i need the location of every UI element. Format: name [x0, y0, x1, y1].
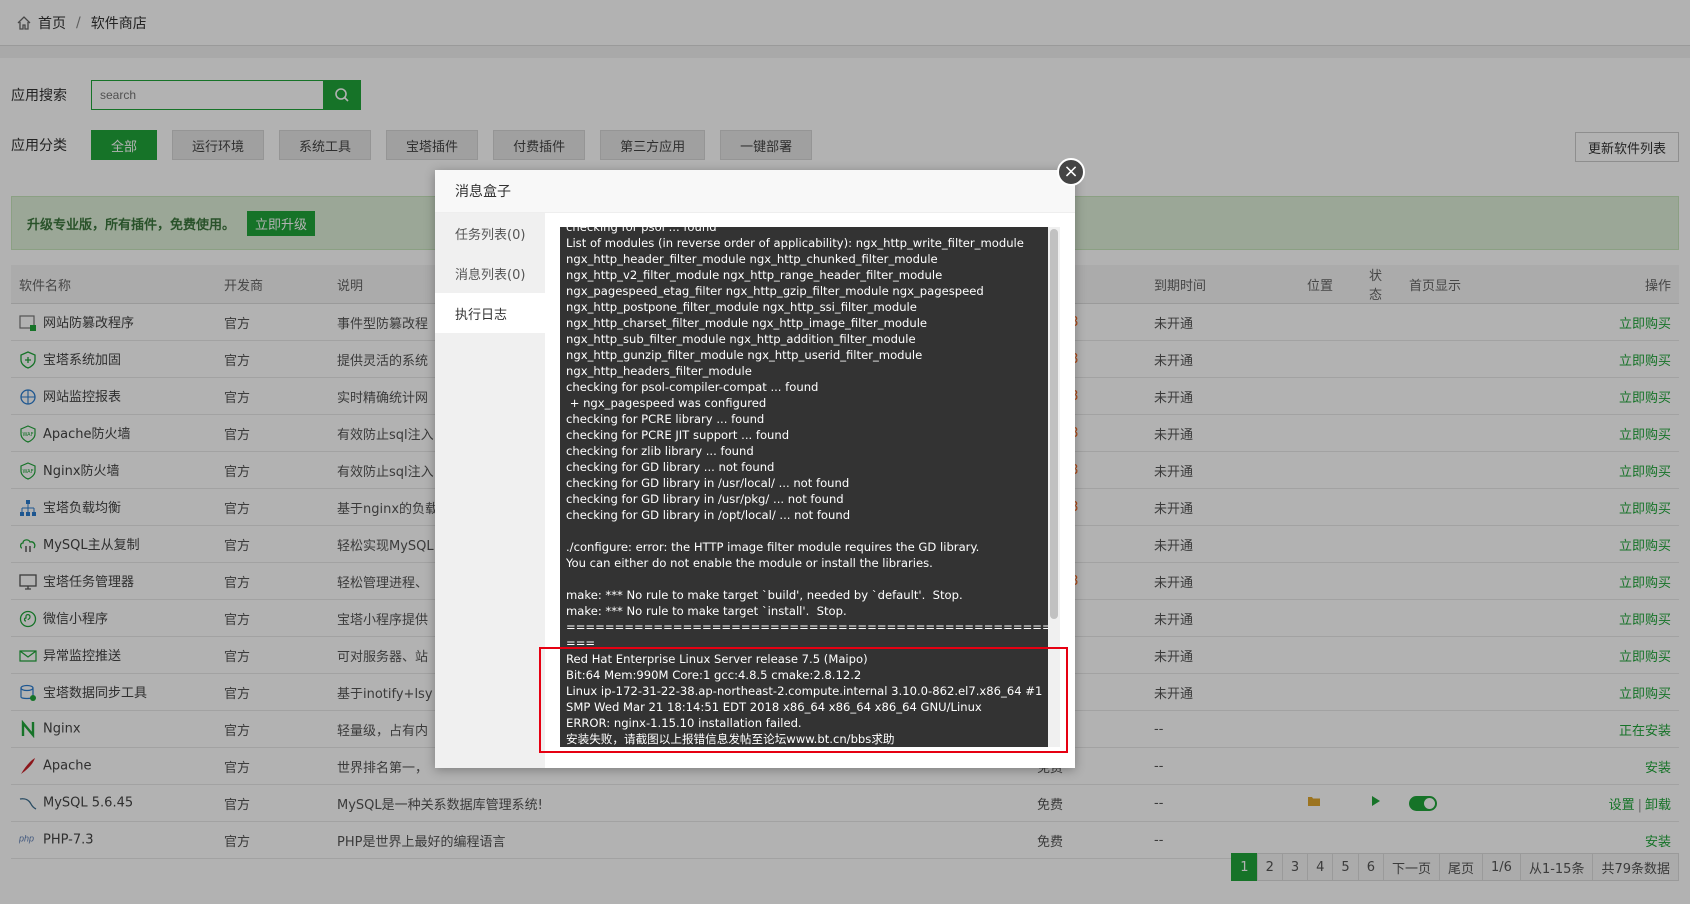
- dialog-title: 消息盒子: [435, 170, 1075, 213]
- close-icon[interactable]: ×: [1057, 158, 1085, 186]
- tab-execution-log[interactable]: 执行日志: [435, 293, 545, 333]
- tab-task-list[interactable]: 任务列表(0): [435, 213, 545, 253]
- dialog-sidebar: 任务列表(0) 消息列表(0) 执行日志: [435, 213, 545, 768]
- tab-message-list[interactable]: 消息列表(0): [435, 253, 545, 293]
- log-scroll-thumb[interactable]: [1050, 229, 1058, 619]
- error-highlight-box: [539, 647, 1068, 753]
